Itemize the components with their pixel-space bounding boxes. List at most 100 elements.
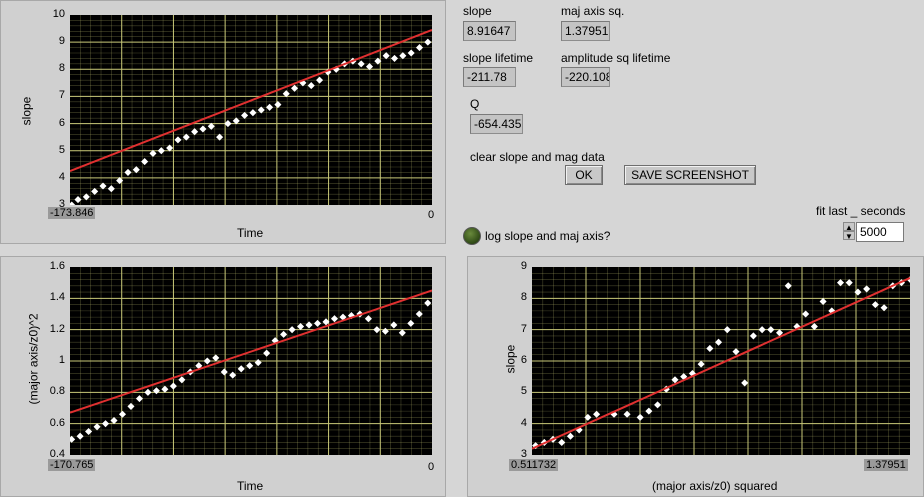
data-point (390, 54, 399, 62)
top-chart-xmax[interactable]: 0 (428, 209, 434, 221)
data-point (288, 326, 296, 334)
bottom-left-xmax[interactable]: 0 (428, 461, 434, 473)
data-point (246, 362, 254, 370)
data-point (212, 354, 220, 362)
fit-line (70, 28, 432, 173)
data-point (220, 368, 228, 376)
data-point (415, 44, 424, 52)
y-tick-label[interactable]: 7 (59, 89, 65, 101)
data-point (135, 395, 143, 403)
plot-br-svg (532, 267, 910, 455)
data-point (237, 365, 245, 373)
y-tick-label[interactable]: 10 (53, 8, 65, 20)
data-point (880, 304, 888, 312)
y-tick-label[interactable]: 5 (59, 144, 65, 156)
data-point (373, 326, 381, 334)
data-point (398, 329, 406, 337)
data-point (144, 388, 152, 396)
fit-seconds-spinner[interactable]: ▲ ▼ (843, 222, 855, 242)
decrement-arrow-icon[interactable]: ▼ (843, 231, 855, 241)
bottom-left-xmin[interactable]: -170.765 (48, 459, 96, 471)
data-point (330, 315, 339, 323)
major-axis-time-plot[interactable] (70, 267, 432, 455)
y-tick-label[interactable]: 1 (59, 354, 65, 366)
data-point (161, 385, 169, 393)
y-tick-label[interactable]: 1.6 (50, 260, 65, 272)
y-tick-label[interactable]: 4 (59, 171, 65, 183)
fit-seconds-input[interactable]: 5000 (856, 222, 904, 242)
data-point (741, 379, 749, 387)
data-point (280, 330, 288, 338)
data-point (174, 136, 182, 144)
data-point (645, 407, 653, 415)
data-point (407, 49, 415, 57)
data-point (169, 382, 177, 390)
y-tick-label[interactable]: 9 (521, 260, 527, 272)
y-tick-label[interactable]: 0.6 (50, 417, 65, 429)
q-indicator: -654.435 (470, 114, 523, 134)
amplitude-sq-lifetime-label: amplitude sq lifetime (561, 51, 671, 65)
data-point (297, 322, 305, 331)
data-point (723, 326, 731, 334)
y-tick-label[interactable]: 0.8 (50, 385, 65, 397)
data-point (654, 401, 662, 409)
data-point (566, 432, 574, 440)
data-point (390, 321, 398, 329)
slope-major-axis-plot[interactable] (532, 267, 910, 455)
slope-lifetime-indicator: -211.78 (463, 67, 516, 87)
ok-button[interactable]: OK (565, 165, 603, 185)
data-point (407, 319, 415, 327)
data-point (76, 432, 84, 440)
slope-indicator: 8.91647 (463, 21, 516, 41)
slope-lifetime-label: slope lifetime (463, 51, 534, 65)
data-point (316, 76, 324, 84)
data-point (107, 185, 115, 193)
increment-arrow-icon[interactable]: ▲ (843, 222, 855, 232)
bottom-right-ylabel: slope (503, 344, 518, 374)
bottom-right-xmax[interactable]: 1.37951 (864, 459, 908, 471)
y-tick-label[interactable]: 7 (521, 323, 527, 335)
y-tick-label[interactable]: 4 (521, 417, 527, 429)
y-tick-label[interactable]: 8 (59, 62, 65, 74)
plot-bl-svg (70, 267, 432, 455)
data-point (305, 321, 313, 329)
data-point (313, 319, 322, 327)
log-slope-led[interactable] (463, 227, 481, 245)
data-point (854, 288, 862, 296)
data-point (102, 420, 110, 428)
data-point (85, 427, 93, 436)
data-point (357, 60, 365, 68)
y-tick-label[interactable]: 1.2 (50, 323, 65, 335)
data-point (93, 423, 101, 431)
data-point (863, 285, 871, 293)
top-chart-xlabel: Time (237, 226, 264, 240)
fit-line (70, 289, 432, 414)
data-point (749, 332, 757, 340)
clear-data-label: clear slope and mag data (470, 150, 605, 164)
y-tick-label[interactable]: 1.4 (50, 291, 65, 303)
bottom-right-xmin[interactable]: 0.511732 (509, 459, 559, 471)
data-point (263, 349, 271, 357)
y-tick-label[interactable]: 9 (59, 35, 65, 47)
data-point (364, 315, 372, 323)
maj-axis-sq-indicator: 1.37951 (561, 21, 610, 41)
data-point (124, 168, 132, 176)
y-tick-label[interactable]: 6 (521, 354, 527, 366)
data-point (593, 410, 601, 418)
data-point (819, 297, 827, 306)
data-point (249, 109, 257, 117)
top-chart-xmin[interactable]: -173.846 (48, 207, 96, 219)
y-tick-label[interactable]: 5 (521, 385, 527, 397)
data-point (715, 338, 723, 346)
log-slope-label: log slope and maj axis? (485, 229, 611, 243)
bottom-left-xlabel: Time (237, 479, 264, 493)
save-screenshot-button[interactable]: SAVE SCREENSHOT (624, 165, 756, 185)
amplitude-sq-lifetime-indicator: -220.108 (561, 67, 610, 87)
data-point (424, 299, 432, 307)
y-tick-label[interactable]: 6 (59, 117, 65, 129)
data-point (810, 322, 818, 331)
y-tick-label[interactable]: 8 (521, 291, 527, 303)
data-point (758, 326, 766, 334)
data-point (381, 327, 389, 335)
slope-time-plot[interactable] (70, 15, 432, 205)
